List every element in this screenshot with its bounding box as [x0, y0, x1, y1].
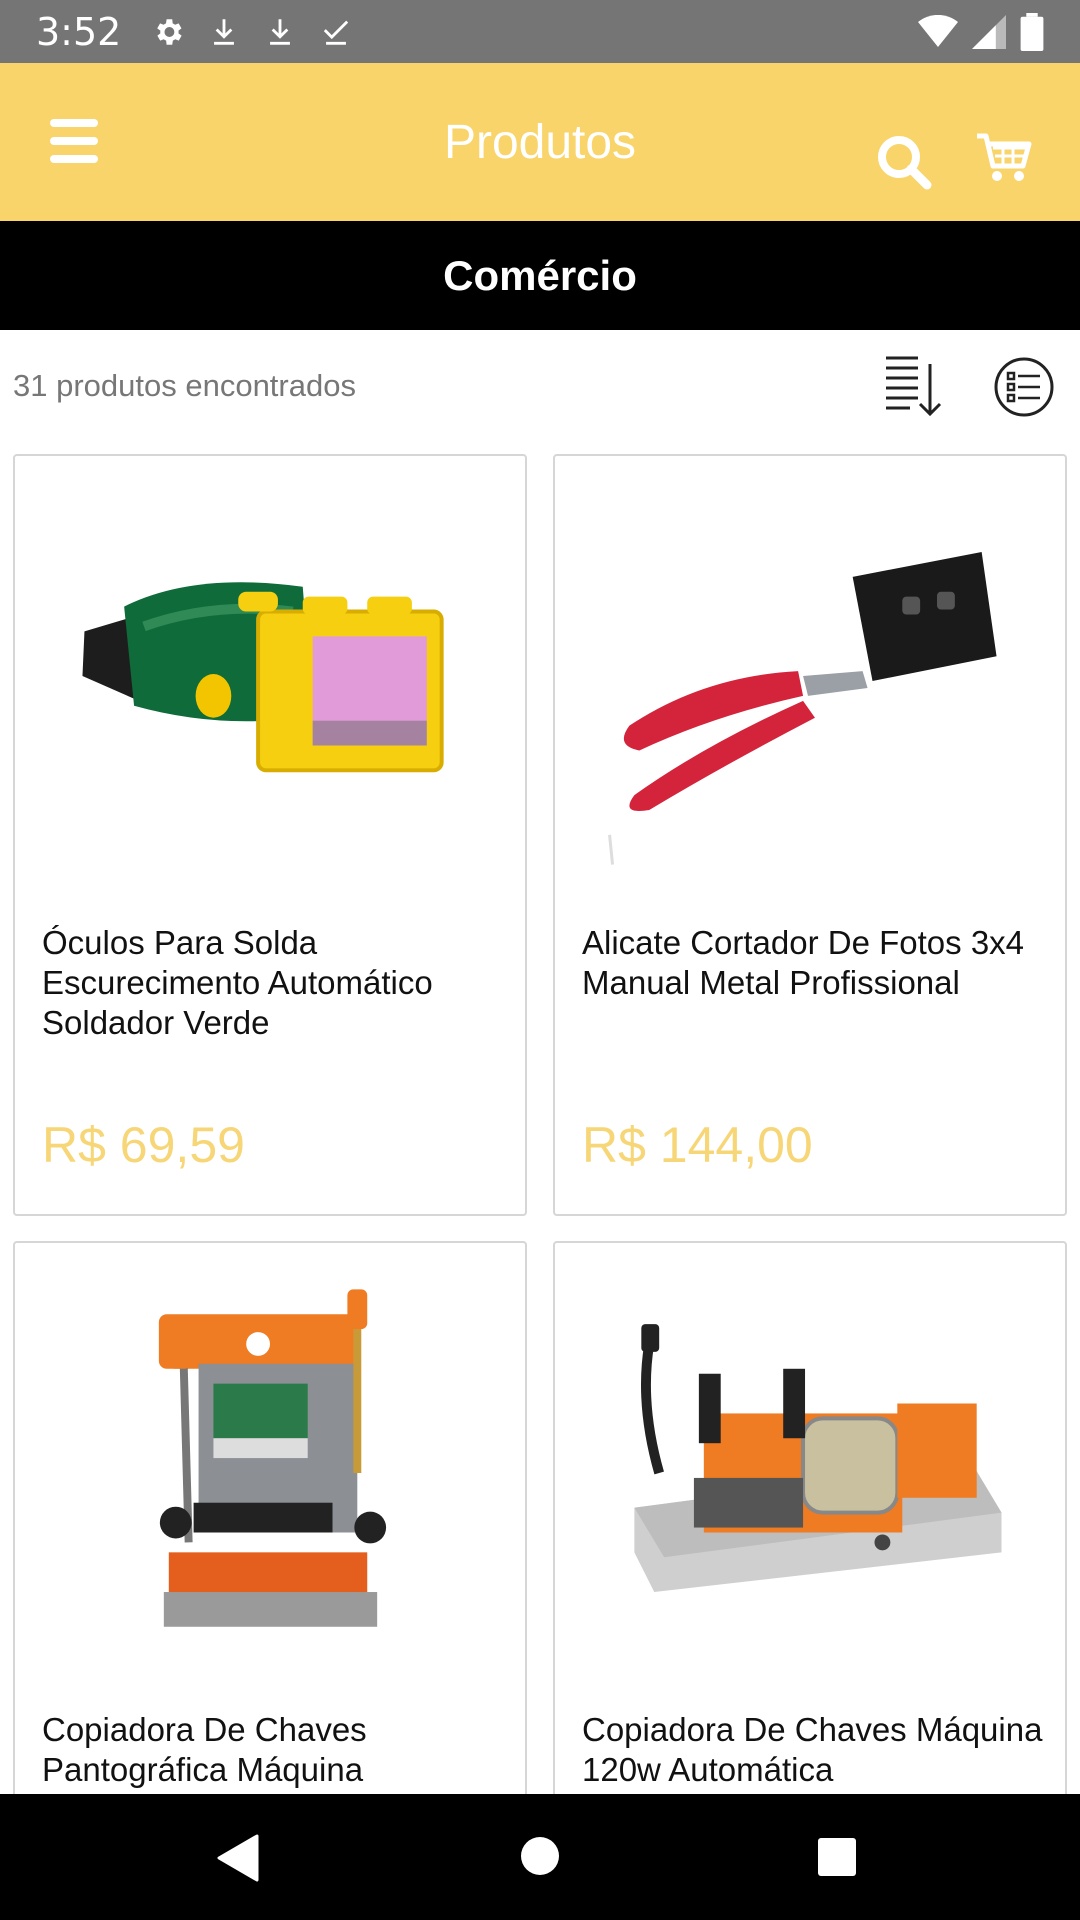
cart-icon[interactable]	[975, 128, 1035, 188]
category-banner: Comércio	[0, 221, 1080, 330]
search-icon[interactable]	[875, 133, 935, 193]
wifi-icon	[918, 14, 958, 47]
settings-icon	[157, 18, 182, 45]
category-label: Comércio	[443, 251, 637, 299]
status-bar: 3:52	[0, 0, 1080, 63]
key-cutting-machine-image	[158, 1289, 387, 1627]
sort-icon[interactable]	[880, 354, 944, 418]
photo-cutter-pliers-image	[608, 552, 997, 865]
product-card[interactable]: Copiadora De Chaves Pantográfica Máquina	[13, 1241, 527, 1801]
product-price: R$ 144,00	[582, 1117, 813, 1173]
battery-icon	[1020, 12, 1044, 51]
download-icon	[270, 18, 291, 45]
home-icon[interactable]	[520, 1836, 560, 1876]
system-nav-bar	[0, 1794, 1080, 1920]
product-name: Alicate Cortador De Fotos 3x4 Manual Met…	[582, 924, 1025, 1001]
status-time: 3:52	[36, 9, 122, 54]
product-card[interactable]: Copiadora De Chaves Máquina 120w Automát…	[553, 1241, 1067, 1801]
product-name: Óculos Para Solda Escurecimento Automáti…	[42, 924, 433, 1041]
product-name: Copiadora De Chaves Máquina 120w Automát…	[582, 1711, 1043, 1788]
results-count: 31 produtos encontrados	[13, 368, 356, 403]
status-icons-right	[918, 12, 1044, 51]
app-bar: Produtos	[0, 63, 1080, 221]
download-done-icon	[324, 20, 349, 45]
signal-icon	[972, 14, 1006, 49]
key-copier-machine-image	[634, 1324, 1002, 1593]
status-icons-left	[151, 15, 353, 49]
menu-icon[interactable]	[48, 113, 104, 169]
product-card[interactable]: Alicate Cortador De Fotos 3x4 Manual Met…	[553, 454, 1067, 1216]
recents-icon[interactable]	[817, 1837, 857, 1877]
results-toolbar: 31 produtos encontrados	[0, 330, 1080, 440]
back-icon[interactable]	[215, 1834, 259, 1882]
welding-goggles-image	[82, 582, 444, 773]
product-card[interactable]: Óculos Para Solda Escurecimento Automáti…	[13, 454, 527, 1216]
download-icon	[214, 18, 235, 45]
product-price: R$ 69,59	[42, 1117, 245, 1173]
list-view-icon[interactable]	[993, 356, 1055, 418]
product-name: Copiadora De Chaves Pantográfica Máquina	[42, 1711, 367, 1788]
